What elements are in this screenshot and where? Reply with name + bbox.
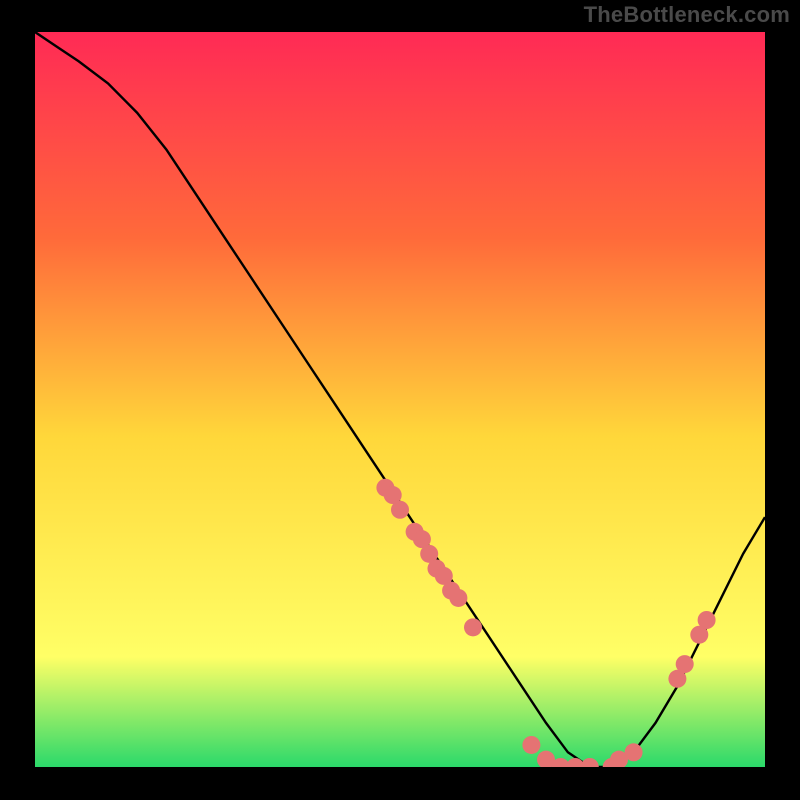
chart-frame: TheBottleneck.com <box>0 0 800 800</box>
data-marker <box>391 501 409 519</box>
chart-svg <box>35 32 765 767</box>
chart-background <box>35 32 765 767</box>
data-marker <box>698 611 716 629</box>
data-marker <box>522 736 540 754</box>
data-marker <box>625 743 643 761</box>
data-marker <box>676 655 694 673</box>
data-marker <box>464 618 482 636</box>
chart-plot <box>35 32 765 767</box>
data-marker <box>449 589 467 607</box>
attribution-text: TheBottleneck.com <box>584 2 790 28</box>
